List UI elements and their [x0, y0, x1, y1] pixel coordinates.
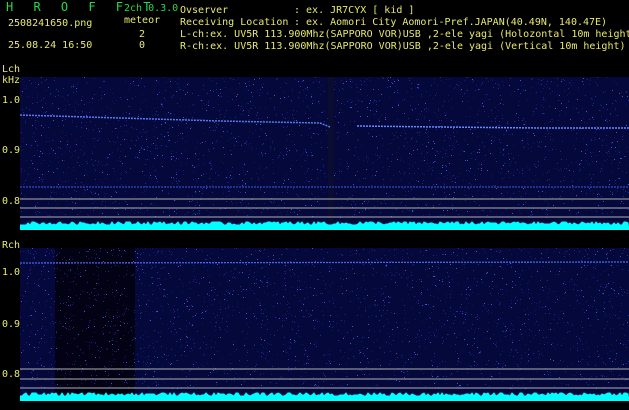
location-value: : ex. Aomori City Aomori-Pref.JAPAN(40.4… — [294, 17, 608, 28]
filename: 2508241650.png — [8, 18, 93, 29]
lch-channel-label: Lch — [2, 64, 21, 75]
rch-spectrogram-canvas — [20, 248, 629, 401]
mode-label: 2ch 0.3.0 — [124, 3, 179, 14]
dark-segment — [55, 248, 135, 401]
rch-spectrogram — [20, 248, 629, 401]
noise-floor — [20, 221, 629, 230]
lch-unit-label: kHz — [2, 75, 21, 86]
location-label: Receiving Location — [180, 17, 289, 28]
lch-freq-tick: 0.8 — [2, 196, 21, 207]
observer-value: : ex. JR7CYX [ kid ] — [294, 5, 415, 16]
lch-spectrogram-canvas — [20, 77, 629, 230]
rch-freq-tick: 0.9 — [2, 319, 21, 330]
rch-channel-label: Rch — [2, 240, 21, 251]
interference-column — [328, 77, 334, 230]
lch-spectrogram — [20, 77, 629, 230]
spectrogram-background — [20, 77, 629, 230]
meteor-count-lch: 2 — [139, 29, 146, 40]
observer-label: Ovserver — [180, 5, 229, 16]
rch-freq-tick: 1.0 — [2, 267, 21, 278]
lch-freq-tick: 1.0 — [2, 95, 21, 106]
lch-freq-tick: 0.9 — [2, 145, 21, 156]
meteor-count-label: meteor — [124, 15, 161, 26]
meteor-count-rch: 0 — [139, 40, 146, 51]
datetime: 25.08.24 16:50 — [8, 40, 93, 51]
rch-freq-tick: 0.8 — [2, 369, 21, 380]
lch-description: L-ch:ex. UV5R 113.900Mhz(SAPPORO VOR)USB… — [180, 29, 629, 40]
rch-description: R-ch:ex. UV5R 113.900Mhz(SAPPORO VOR)USB… — [180, 41, 626, 52]
